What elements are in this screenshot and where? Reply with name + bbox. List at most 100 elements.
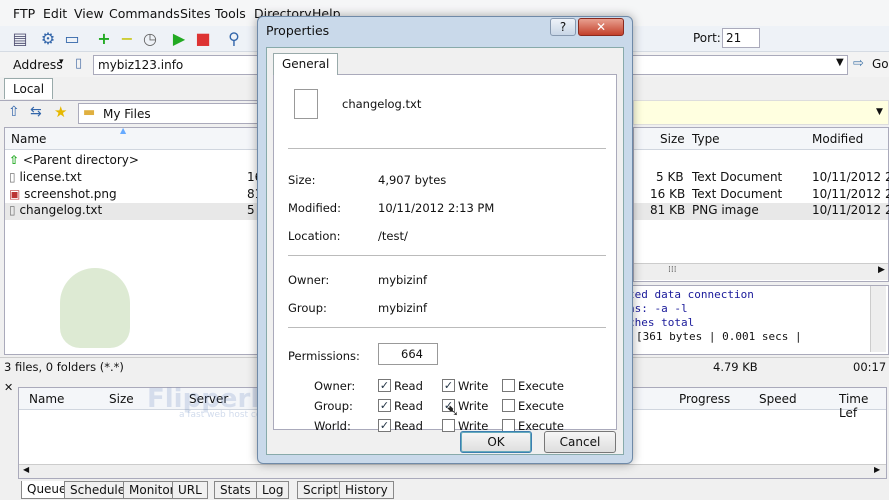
- modified-value: 10/11/2012 2:13 PM: [378, 201, 495, 215]
- menu-view[interactable]: View: [74, 6, 104, 21]
- chevron-down-icon[interactable]: ▾: [59, 57, 64, 67]
- play-icon[interactable]: ▶: [169, 29, 189, 49]
- site-manager-icon[interactable]: ▤: [10, 29, 30, 49]
- menu-ftp[interactable]: FTP: [13, 6, 35, 21]
- parent-arrow-icon: ⇧: [9, 153, 20, 167]
- general-tab-panel: changelog.txt Size: 4,907 bytes Modified…: [273, 74, 617, 433]
- refresh-icon[interactable]: ◷: [140, 29, 160, 49]
- remote-path-dropdown-icon[interactable]: ▼: [876, 107, 883, 117]
- sync-icon[interactable]: ⇆: [30, 104, 42, 120]
- tab-url[interactable]: URL: [172, 481, 208, 499]
- mouse-cursor-icon: ➷: [446, 401, 460, 420]
- favorites-star-icon[interactable]: ★: [54, 103, 67, 121]
- cancel-button[interactable]: Cancel: [544, 431, 616, 453]
- column-size[interactable]: Size: [109, 392, 134, 406]
- column-type[interactable]: Type: [692, 132, 720, 146]
- perm-group-label: Group:: [314, 399, 353, 413]
- menu-sites[interactable]: Sites: [180, 6, 211, 21]
- read-label: Read: [394, 419, 423, 433]
- scroll-right-icon[interactable]: ▶: [878, 265, 885, 275]
- group-execute-checkbox[interactable]: [502, 399, 515, 412]
- separator: [288, 327, 606, 328]
- remote-status-size: 4.79 KB: [713, 360, 758, 374]
- scroll-right-icon[interactable]: ▶: [874, 465, 880, 474]
- dialog-title: Properties: [266, 23, 330, 38]
- permissions-input[interactable]: 664: [378, 343, 438, 365]
- tab-local[interactable]: Local: [4, 78, 54, 99]
- group-read-checkbox[interactable]: ✓: [378, 399, 391, 412]
- horizontal-scrollbar[interactable]: ⁞⁞⁞ ▶: [634, 263, 888, 280]
- size-value: 4,907 bytes: [378, 173, 447, 187]
- tab-stats[interactable]: Stats: [214, 481, 257, 499]
- list-item[interactable]: ▣ screenshot.png 81: [9, 187, 262, 201]
- port-input[interactable]: 21: [722, 28, 760, 48]
- tab-log[interactable]: Log: [256, 481, 290, 499]
- perm-world-label: World:: [314, 419, 351, 433]
- remote-list-header: Size Type Modified: [634, 128, 888, 150]
- local-path[interactable]: My Files: [103, 107, 151, 121]
- owner-execute-checkbox[interactable]: [502, 379, 515, 392]
- remove-icon[interactable]: −: [117, 29, 137, 49]
- close-icon[interactable]: ✕: [4, 381, 13, 394]
- server-icon: ▯: [75, 56, 83, 71]
- write-label: Write: [458, 379, 489, 393]
- world-read-checkbox[interactable]: ✓: [378, 419, 391, 432]
- group-label: Group:: [288, 301, 327, 315]
- local-status-bar: 3 files, 0 folders (*.*): [0, 357, 260, 377]
- menu-tools[interactable]: Tools: [215, 6, 246, 21]
- list-item[interactable]: ⇧ <Parent directory>: [9, 153, 139, 167]
- console-line: [361 bytes | 0.001 secs |: [636, 330, 802, 343]
- address-dropdown-icon[interactable]: ▼: [836, 57, 844, 68]
- image-file-icon: ▣: [9, 187, 21, 201]
- tab-history[interactable]: History: [339, 481, 394, 499]
- local-panel: Local ⇧ ⇆ ★ ▬ My Files Name ▲ ⇧ <Parent …: [0, 77, 262, 377]
- local-path-bar: ⇧ ⇆ ★ ▬ My Files: [0, 100, 260, 125]
- up-folder-icon[interactable]: ⇧: [8, 104, 20, 120]
- tab-general[interactable]: General: [273, 53, 339, 75]
- window-icon[interactable]: ▭: [62, 29, 82, 49]
- execute-label: Execute: [518, 379, 564, 393]
- group-value: mybizinf: [378, 301, 428, 315]
- local-file-list: Name ▲ ⇧ <Parent directory> ▯ license.tx…: [4, 126, 262, 355]
- list-item-selected[interactable]: ▯ changelog.txt 5: [5, 203, 259, 220]
- remote-file-list: Size Type Modified 5 KB Text Document 10/1…: [633, 127, 889, 282]
- owner-read-checkbox[interactable]: ✓: [378, 379, 391, 392]
- log-console: ted data connection ns: -a -l ches total…: [625, 285, 889, 355]
- menu-commands[interactable]: Commands: [109, 6, 180, 21]
- search-icon[interactable]: ⚲: [224, 29, 244, 49]
- menu-edit[interactable]: Edit: [43, 6, 67, 21]
- add-icon[interactable]: +: [94, 29, 114, 49]
- go-icon[interactable]: ⇨: [853, 56, 864, 71]
- write-label: Write: [458, 399, 489, 413]
- list-item[interactable]: ▯ license.txt 16: [9, 170, 262, 184]
- text-file-icon: ▯: [9, 203, 16, 217]
- modified-label: Modified:: [288, 201, 341, 215]
- horizontal-scrollbar[interactable]: ◀ ▶: [19, 464, 886, 478]
- remote-status-time: 00:17: [853, 360, 887, 374]
- scroll-left-icon[interactable]: ◀: [23, 465, 29, 474]
- column-modified[interactable]: Modified: [812, 132, 863, 146]
- stop-icon[interactable]: ■: [193, 29, 213, 49]
- owner-write-checkbox[interactable]: ✓: [442, 379, 455, 392]
- column-name[interactable]: Name: [29, 392, 64, 406]
- column-time-left[interactable]: Time Lef: [839, 392, 886, 420]
- folder-icon: ▬: [83, 105, 96, 120]
- close-button[interactable]: ✕: [578, 18, 624, 36]
- column-name[interactable]: Name: [11, 132, 46, 146]
- location-label: Location:: [288, 229, 341, 243]
- column-size[interactable]: Size: [660, 132, 685, 146]
- go-button[interactable]: Go: [872, 57, 889, 71]
- settings-icon[interactable]: ⚙: [38, 29, 58, 49]
- port-label: Port:: [693, 31, 721, 45]
- address-label[interactable]: Address: [13, 57, 63, 72]
- help-button[interactable]: ?: [550, 18, 576, 36]
- read-label: Read: [394, 379, 423, 393]
- column-progress[interactable]: Progress: [679, 392, 730, 406]
- ok-button[interactable]: OK: [460, 431, 532, 453]
- perm-owner-label: Owner:: [314, 379, 356, 393]
- world-write-checkbox[interactable]: [442, 419, 455, 432]
- tab-script[interactable]: Script: [297, 481, 344, 499]
- vertical-scrollbar[interactable]: [870, 286, 886, 352]
- table-row[interactable]: 81 KBPNG image10/11/2012 2:1: [634, 203, 889, 220]
- column-speed[interactable]: Speed: [759, 392, 797, 406]
